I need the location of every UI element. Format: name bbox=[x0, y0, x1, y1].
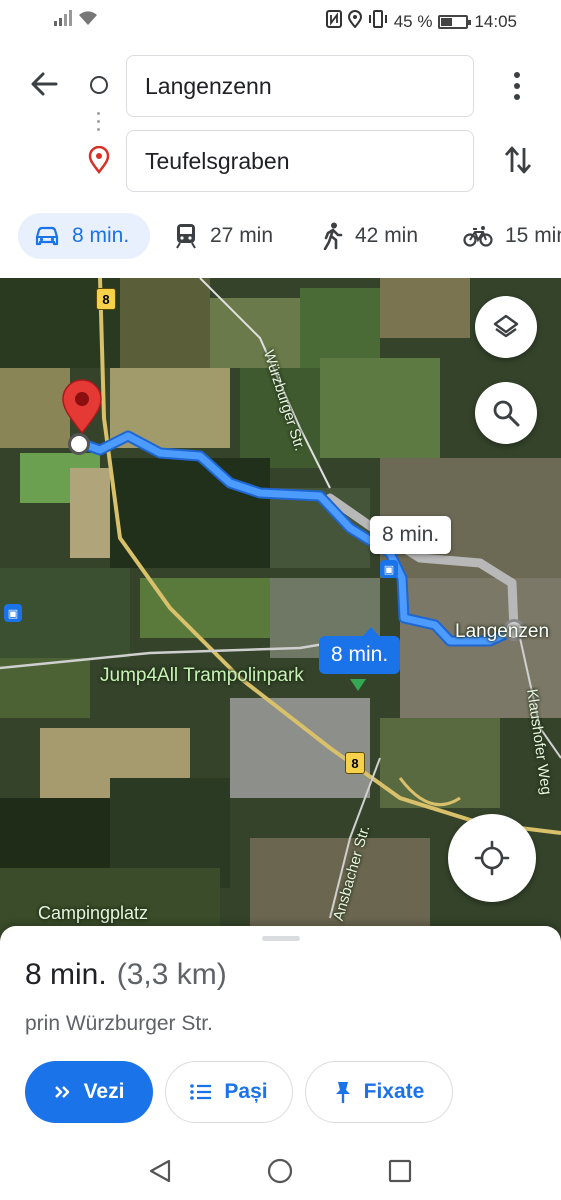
pin-button[interactable]: Fixate bbox=[305, 1061, 453, 1123]
more-options-button[interactable] bbox=[500, 66, 534, 106]
origin-field[interactable]: Langenzenn bbox=[126, 55, 474, 117]
steps-button-label: Pași bbox=[224, 1080, 268, 1103]
route-summary-sheet[interactable]: 8 min. (3,3 km) prin Würzburger Str. Vezi… bbox=[0, 926, 561, 1141]
travel-mode-tabs: 8 min. 27 min 42 min 15 min bbox=[0, 200, 561, 278]
town-label: Langenzen bbox=[455, 621, 550, 642]
battery-icon bbox=[438, 14, 472, 29]
tab-drive-time: 8 min. bbox=[72, 224, 130, 247]
status-bar: 45 % 14:05 bbox=[0, 0, 561, 42]
destination-pin-marker[interactable] bbox=[60, 379, 104, 435]
road-shield: 8 bbox=[96, 288, 116, 310]
poi-label[interactable]: Jump4All Trampolinpark bbox=[100, 665, 304, 687]
crosshair-icon bbox=[474, 840, 510, 876]
swap-vertical-icon bbox=[504, 146, 532, 174]
route-via: prin Würzburger Str. bbox=[25, 1012, 213, 1035]
train-icon bbox=[176, 224, 196, 249]
map-search-button[interactable] bbox=[475, 382, 537, 444]
destination-dot bbox=[68, 433, 90, 455]
my-location-button[interactable] bbox=[448, 814, 536, 902]
tab-walk[interactable]: 42 min bbox=[305, 213, 434, 259]
nav-recents-button[interactable] bbox=[382, 1153, 418, 1189]
tab-bike-time: 15 min bbox=[505, 224, 561, 247]
bike-icon bbox=[463, 226, 493, 247]
start-button-label: Vezi bbox=[83, 1080, 125, 1103]
tab-transit[interactable]: 27 min bbox=[158, 213, 289, 259]
tab-transit-time: 27 min bbox=[210, 224, 274, 247]
circle-home-icon bbox=[267, 1158, 293, 1184]
route-distance: (3,3 km) bbox=[116, 958, 227, 991]
sheet-drag-handle[interactable] bbox=[262, 936, 300, 941]
poi-label[interactable]: Campingplatz bbox=[38, 903, 148, 924]
road-shield: 8 bbox=[345, 752, 365, 774]
search-icon bbox=[493, 400, 520, 427]
clock: 14:05 bbox=[474, 11, 517, 31]
main-route-time-bubble[interactable]: 8 min. bbox=[319, 627, 401, 674]
route-dots-icon bbox=[97, 112, 101, 131]
pin-icon bbox=[335, 1082, 350, 1103]
start-button[interactable]: Vezi bbox=[25, 1061, 153, 1123]
layers-button[interactable] bbox=[475, 296, 537, 358]
double-chevron-icon bbox=[54, 1086, 69, 1098]
vibrate-icon bbox=[368, 10, 388, 33]
signal-icon bbox=[54, 10, 72, 31]
transit-stop-icon[interactable]: ▣ bbox=[4, 604, 22, 622]
route-duration: 8 min. bbox=[25, 958, 107, 991]
tab-walk-time: 42 min bbox=[355, 224, 419, 247]
pin-button-label: Fixate bbox=[363, 1080, 425, 1103]
square-recents-icon bbox=[388, 1159, 412, 1183]
walk-icon bbox=[323, 222, 343, 250]
origin-circle-icon bbox=[90, 76, 108, 94]
list-icon bbox=[190, 1084, 212, 1100]
poi-marker-icon[interactable] bbox=[349, 678, 367, 692]
route-summary: 8 min. (3,3 km) bbox=[25, 958, 227, 992]
wifi-icon bbox=[78, 10, 98, 31]
back-button[interactable] bbox=[24, 64, 64, 104]
steps-button[interactable]: Pași bbox=[165, 1061, 293, 1123]
destination-field[interactable]: Teufelsgraben bbox=[126, 130, 474, 192]
transit-stop-icon[interactable]: ▣ bbox=[380, 560, 398, 578]
battery-percent: 45 % bbox=[393, 11, 433, 31]
nav-back-button[interactable] bbox=[142, 1153, 178, 1189]
arrow-back-icon bbox=[31, 72, 58, 96]
tab-drive[interactable]: 8 min. bbox=[18, 213, 150, 259]
destination-pin-icon bbox=[88, 145, 110, 179]
map-view[interactable]: 8 8 ▣ ▣ Würzburger Str. Klaushofer Weg A… bbox=[0, 278, 561, 948]
triangle-back-icon bbox=[149, 1159, 171, 1183]
nav-home-button[interactable] bbox=[262, 1153, 298, 1189]
layers-icon bbox=[493, 314, 519, 338]
swap-button[interactable] bbox=[498, 140, 538, 180]
system-nav-bar bbox=[0, 1141, 561, 1200]
nfc-icon bbox=[325, 10, 342, 33]
alt-route-time-bubble[interactable]: 8 min. bbox=[370, 516, 452, 554]
tab-bike[interactable]: 15 min bbox=[447, 213, 561, 259]
location-icon bbox=[347, 10, 362, 33]
directions-header: Langenzenn Teufelsgraben bbox=[0, 42, 561, 200]
car-icon bbox=[35, 226, 59, 246]
